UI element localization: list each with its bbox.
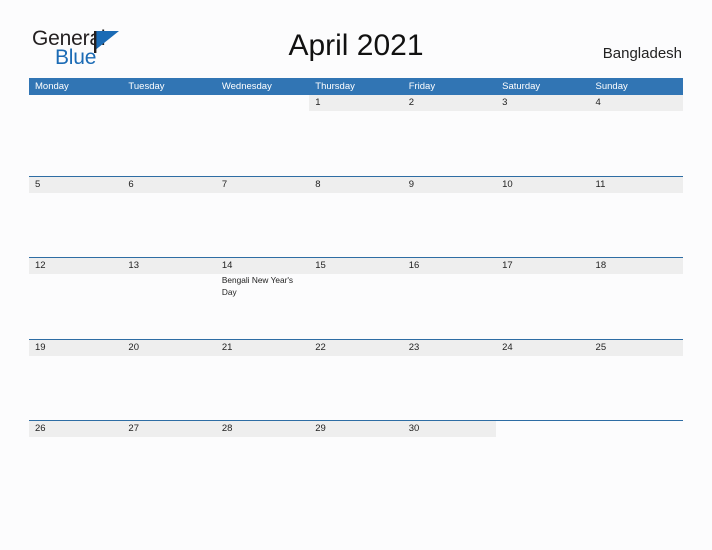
day-band bbox=[402, 176, 497, 193]
day-cell[interactable]: 10 bbox=[496, 176, 590, 258]
day-cell-holiday[interactable]: 14 Bengali New Year's Day bbox=[215, 258, 310, 339]
day-cell[interactable]: 27 bbox=[122, 421, 216, 502]
day-cell[interactable] bbox=[122, 95, 215, 176]
dow-sunday: Sunday bbox=[595, 81, 628, 92]
day-cell[interactable]: 25 bbox=[589, 339, 683, 421]
week-row: 1 2 3 4 bbox=[29, 95, 683, 176]
day-cell[interactable]: 15 bbox=[309, 258, 403, 339]
day-cell[interactable] bbox=[29, 95, 122, 176]
week-row: 5 6 7 8 9 10 11 bbox=[29, 175, 683, 258]
day-number: 16 bbox=[408, 260, 420, 271]
day-number: 15 bbox=[315, 260, 326, 271]
week-row: 19 20 21 22 23 24 25 bbox=[29, 338, 683, 421]
day-number: 13 bbox=[128, 260, 139, 271]
day-cell[interactable] bbox=[496, 421, 589, 502]
day-band bbox=[402, 95, 497, 111]
day-number: 22 bbox=[315, 341, 326, 353]
day-cell[interactable]: 6 bbox=[122, 176, 216, 258]
day-number: 11 bbox=[595, 178, 606, 190]
day-cell[interactable]: 7 bbox=[215, 176, 310, 258]
dow-monday: Monday bbox=[35, 81, 69, 92]
day-band bbox=[590, 421, 683, 437]
day-cell[interactable]: 28 bbox=[215, 421, 310, 502]
day-cell[interactable]: 3 bbox=[496, 95, 590, 176]
day-band bbox=[29, 95, 122, 111]
day-of-week-header: Monday Tuesday Wednesday Thursday Friday… bbox=[29, 78, 683, 95]
dow-saturday: Saturday bbox=[502, 81, 541, 92]
day-cell[interactable]: 13 bbox=[122, 258, 216, 339]
day-band bbox=[215, 176, 310, 193]
day-number: 18 bbox=[595, 260, 607, 271]
day-number: 7 bbox=[221, 178, 228, 190]
day-number: 10 bbox=[502, 178, 513, 190]
day-cell[interactable]: 29 bbox=[309, 421, 403, 502]
calendar-grid: Monday Tuesday Wednesday Thursday Friday… bbox=[29, 78, 683, 502]
day-number: 30 bbox=[408, 423, 420, 434]
day-number: 12 bbox=[35, 260, 46, 271]
day-number: 8 bbox=[315, 178, 321, 190]
calendar-page: General Blue April 2021 Bangladesh Monda… bbox=[0, 0, 712, 550]
day-number: 29 bbox=[315, 423, 326, 434]
day-cell[interactable] bbox=[216, 95, 309, 176]
day-cell[interactable]: 23 bbox=[402, 339, 497, 421]
page-header: General Blue April 2021 Bangladesh bbox=[0, 0, 712, 76]
day-cell[interactable]: 26 bbox=[29, 421, 123, 502]
day-cell[interactable]: 18 bbox=[589, 258, 683, 339]
day-number: 14 bbox=[221, 260, 233, 271]
day-band bbox=[122, 95, 215, 111]
day-band bbox=[309, 95, 403, 111]
day-number: 17 bbox=[502, 260, 513, 271]
day-number: 2 bbox=[408, 97, 414, 108]
day-cell[interactable]: 9 bbox=[402, 176, 497, 258]
day-cell[interactable]: 21 bbox=[215, 339, 310, 421]
day-cell[interactable]: 17 bbox=[496, 258, 590, 339]
dow-wednesday: Wednesday bbox=[221, 81, 272, 92]
dow-tuesday: Tuesday bbox=[128, 81, 165, 92]
day-band bbox=[309, 176, 403, 193]
day-number: 5 bbox=[35, 178, 41, 190]
dow-thursday: Thursday bbox=[315, 81, 355, 92]
day-number: 19 bbox=[35, 341, 46, 353]
day-number: 27 bbox=[128, 423, 139, 434]
day-number: 28 bbox=[221, 423, 233, 434]
day-number: 24 bbox=[502, 341, 513, 353]
day-cell[interactable]: 20 bbox=[122, 339, 216, 421]
day-number: 23 bbox=[408, 341, 420, 353]
day-number: 25 bbox=[595, 341, 607, 353]
country-label: Bangladesh bbox=[602, 45, 682, 62]
day-cell[interactable]: 11 bbox=[589, 176, 683, 258]
day-cell[interactable]: 22 bbox=[309, 339, 403, 421]
day-cell[interactable]: 16 bbox=[402, 258, 497, 339]
day-cell[interactable]: 8 bbox=[309, 176, 403, 258]
day-number: 6 bbox=[128, 178, 134, 190]
week-row: 12 13 14 Bengali New Year's Day 15 16 17… bbox=[29, 257, 683, 339]
day-number: 4 bbox=[595, 97, 601, 108]
day-number: 20 bbox=[128, 341, 139, 353]
day-cell[interactable]: 24 bbox=[496, 339, 590, 421]
day-cell[interactable]: 1 bbox=[309, 95, 403, 176]
day-event: Bengali New Year's Day bbox=[221, 275, 294, 297]
day-band bbox=[29, 176, 123, 193]
day-cell[interactable]: 5 bbox=[29, 176, 123, 258]
day-band bbox=[589, 95, 683, 111]
day-band bbox=[496, 421, 589, 437]
dow-friday: Friday bbox=[408, 81, 436, 92]
week-row: 26 27 28 29 30 bbox=[29, 420, 683, 502]
day-cell[interactable]: 4 bbox=[589, 95, 683, 176]
day-cell[interactable]: 30 bbox=[402, 421, 497, 502]
day-band bbox=[216, 95, 309, 111]
day-number: 3 bbox=[502, 97, 508, 108]
day-cell[interactable]: 12 bbox=[29, 258, 123, 339]
day-number: 9 bbox=[408, 178, 414, 190]
day-number: 26 bbox=[35, 423, 46, 434]
day-number: 1 bbox=[315, 97, 321, 108]
day-cell[interactable]: 19 bbox=[29, 339, 123, 421]
day-band bbox=[496, 95, 590, 111]
day-band bbox=[122, 176, 216, 193]
day-number: 21 bbox=[221, 341, 233, 353]
day-cell[interactable]: 2 bbox=[402, 95, 497, 176]
day-cell[interactable] bbox=[590, 421, 683, 502]
